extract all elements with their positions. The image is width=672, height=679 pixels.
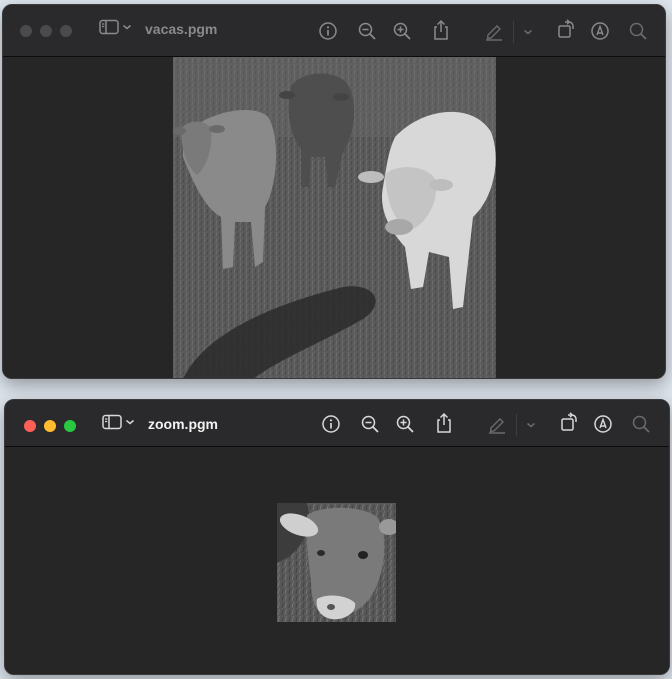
annotate-button[interactable] bbox=[589, 20, 611, 42]
zoom-out-button[interactable] bbox=[359, 413, 381, 435]
document-title: zoom.pgm bbox=[148, 416, 218, 432]
image-window-zoom[interactable]: zoom.pgm bbox=[4, 399, 670, 675]
close-button[interactable] bbox=[24, 420, 36, 432]
image-viewer-area bbox=[5, 447, 669, 674]
info-button[interactable] bbox=[320, 413, 342, 435]
annotate-button[interactable] bbox=[592, 413, 614, 435]
rotate-icon bbox=[558, 19, 574, 38]
maximize-button[interactable] bbox=[64, 420, 76, 432]
zoom-in-icon bbox=[396, 415, 414, 433]
search-icon bbox=[629, 22, 647, 40]
toolbar-separator bbox=[516, 414, 517, 436]
zoom-out-button[interactable] bbox=[356, 20, 378, 42]
titlebar[interactable]: vacas.pgm bbox=[3, 5, 665, 57]
share-button[interactable] bbox=[430, 19, 452, 41]
markup-button[interactable] bbox=[483, 20, 505, 42]
share-button[interactable] bbox=[433, 412, 455, 434]
minimize-button[interactable] bbox=[44, 420, 56, 432]
sidebar-icon bbox=[102, 414, 122, 430]
markup-button[interactable] bbox=[486, 413, 508, 435]
zoom-in-button[interactable] bbox=[394, 413, 416, 435]
rotate-button[interactable] bbox=[555, 18, 577, 40]
sidebar-toggle-button[interactable] bbox=[99, 19, 132, 35]
annotate-icon bbox=[594, 415, 612, 433]
cows-photo bbox=[173, 57, 496, 378]
rotate-icon bbox=[561, 412, 577, 431]
markup-menu-button[interactable] bbox=[517, 21, 539, 43]
close-button[interactable] bbox=[20, 25, 32, 37]
search-button[interactable] bbox=[630, 413, 652, 435]
search-icon bbox=[632, 415, 650, 433]
info-icon bbox=[319, 22, 337, 40]
minimize-button[interactable] bbox=[40, 25, 52, 37]
rotate-button[interactable] bbox=[558, 411, 580, 433]
share-icon bbox=[434, 19, 448, 40]
markup-menu-button[interactable] bbox=[520, 414, 542, 436]
zoom-out-icon bbox=[358, 22, 376, 40]
window-controls bbox=[20, 25, 72, 37]
image-window-vacas[interactable]: vacas.pgm bbox=[2, 4, 666, 379]
search-button[interactable] bbox=[627, 20, 649, 42]
info-icon bbox=[322, 415, 340, 433]
image-viewer-area bbox=[3, 57, 665, 378]
zoom-in-icon bbox=[393, 22, 411, 40]
window-controls bbox=[24, 420, 76, 432]
maximize-button[interactable] bbox=[60, 25, 72, 37]
chevron-down-icon bbox=[524, 29, 532, 35]
chevron-down-icon bbox=[126, 419, 134, 425]
sidebar-toggle-button[interactable] bbox=[102, 414, 135, 430]
sidebar-icon bbox=[99, 19, 119, 35]
zoom-in-button[interactable] bbox=[391, 20, 413, 42]
cow-head-zoom-photo bbox=[277, 503, 396, 622]
markup-pen-icon bbox=[489, 418, 505, 434]
titlebar[interactable]: zoom.pgm bbox=[5, 400, 669, 447]
share-icon bbox=[437, 412, 451, 433]
zoom-out-icon bbox=[361, 415, 379, 433]
markup-pen-icon bbox=[486, 25, 502, 41]
document-title: vacas.pgm bbox=[145, 21, 218, 37]
info-button[interactable] bbox=[317, 20, 339, 42]
annotate-icon bbox=[591, 22, 609, 40]
chevron-down-icon bbox=[123, 24, 131, 30]
chevron-down-icon bbox=[527, 422, 535, 428]
toolbar-separator bbox=[513, 21, 514, 43]
